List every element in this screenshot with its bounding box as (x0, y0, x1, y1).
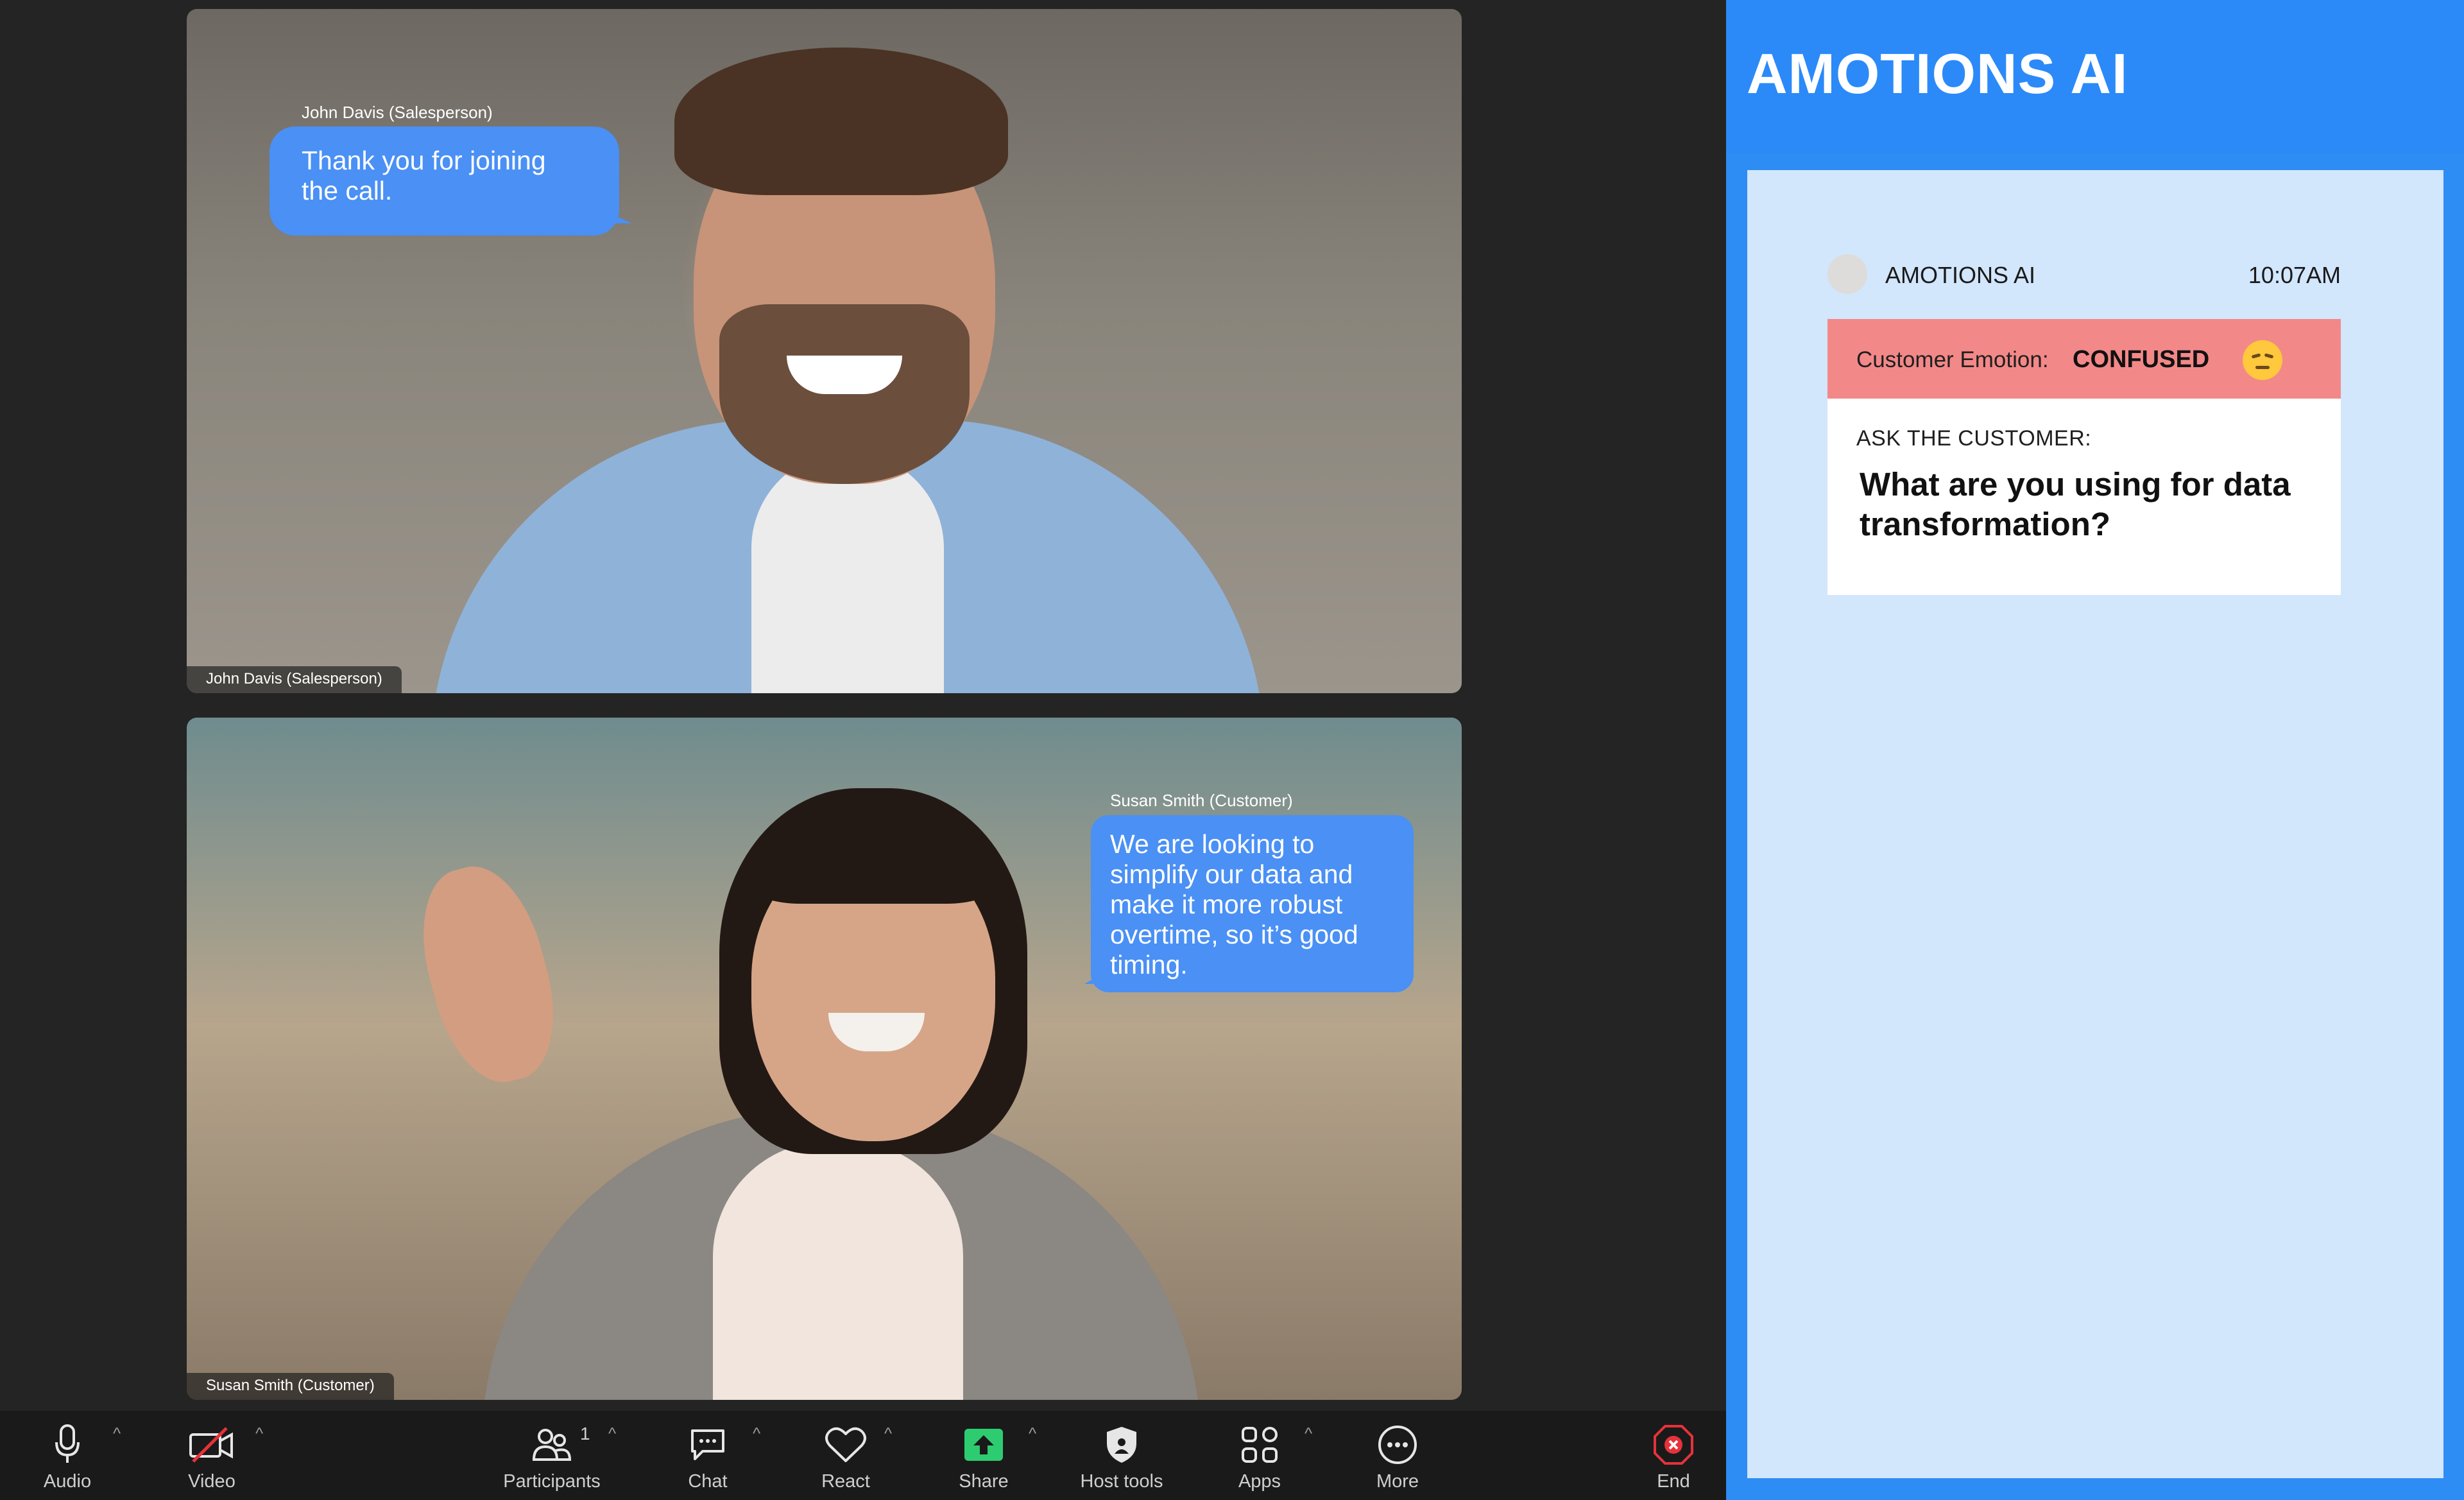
avatar (1827, 254, 1867, 294)
people-icon (533, 1422, 571, 1467)
react-button[interactable]: React (807, 1411, 884, 1500)
participant-name-tag: Susan Smith (Customer) (187, 1373, 394, 1400)
emotion-value: CONFUSED (2073, 346, 2210, 373)
share-button[interactable]: Share (945, 1411, 1022, 1500)
suggested-question: What are you using for data transformati… (1860, 466, 2291, 542)
video-options-caret[interactable]: ^ (255, 1424, 263, 1444)
video-button[interactable]: Video (173, 1411, 250, 1500)
chat-options-caret[interactable]: ^ (753, 1424, 760, 1444)
person-tshirt (751, 452, 944, 693)
person-hair (674, 47, 1008, 195)
shield-icon (1106, 1422, 1138, 1467)
react-options-caret[interactable]: ^ (884, 1424, 892, 1444)
speech-bubble-tail (606, 212, 632, 223)
participant-name-tag: John Davis (Salesperson) (187, 666, 402, 693)
chat-bubble-sender: John Davis (Salesperson) (302, 103, 493, 122)
emotion-label: Customer Emotion: (1856, 347, 2049, 372)
suggestion-label: ASK THE CUSTOMER: (1856, 426, 2092, 451)
camera-off-icon (189, 1422, 234, 1467)
heart-icon (825, 1422, 867, 1467)
confused-face-icon (2243, 340, 2282, 380)
more-button[interactable]: More (1359, 1411, 1436, 1500)
participants-options-caret[interactable]: ^ (608, 1424, 616, 1444)
speech-bubble-customer: We are looking to simplify our data and … (1091, 815, 1414, 992)
apps-button[interactable]: Apps (1221, 1411, 1298, 1500)
host-tools-button[interactable]: Host tools (1067, 1411, 1176, 1500)
person-raised-hand (404, 854, 572, 1095)
audio-button[interactable]: Audio (29, 1411, 106, 1500)
share-options-caret[interactable]: ^ (1029, 1424, 1036, 1444)
person-blouse (713, 1141, 963, 1400)
chat-bubble-sender: Susan Smith (Customer) (1110, 791, 1293, 810)
microphone-icon (55, 1422, 80, 1467)
apps-icon (1240, 1422, 1279, 1467)
person-beard (719, 304, 970, 484)
apps-options-caret[interactable]: ^ (1305, 1424, 1312, 1444)
speech-bubble-tail (1084, 972, 1104, 984)
brand-title: AMOTIONS AI (1747, 42, 2128, 105)
chat-bubble-icon (689, 1422, 727, 1467)
chat-button[interactable]: Chat (669, 1411, 746, 1500)
participants-button[interactable]: Participants (494, 1411, 610, 1500)
message-sender: AMOTIONS AI (1885, 262, 2036, 288)
more-dots-icon (1377, 1422, 1418, 1467)
share-arrow-icon (963, 1422, 1004, 1467)
person-bangs (751, 814, 995, 904)
end-call-icon (1654, 1422, 1693, 1467)
end-button[interactable]: End (1635, 1411, 1712, 1500)
participants-count: 1 (580, 1424, 590, 1444)
speech-bubble-salesperson: Thank you for joining the call. (270, 126, 619, 236)
message-timestamp: 10:07AM (2248, 262, 2341, 288)
audio-options-caret[interactable]: ^ (113, 1424, 121, 1444)
